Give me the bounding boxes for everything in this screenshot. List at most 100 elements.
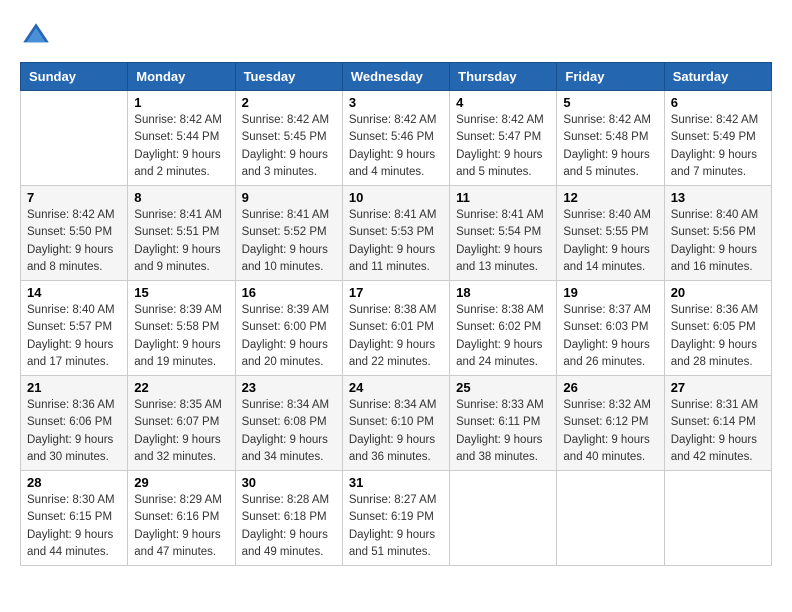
daylight-text: Daylight: 9 hours and 8 minutes. <box>27 244 113 273</box>
daylight-text: Daylight: 9 hours and 14 minutes. <box>563 244 649 273</box>
calendar-cell: 25 Sunrise: 8:33 AM Sunset: 6:11 PM Dayl… <box>450 376 557 471</box>
day-info: Sunrise: 8:32 AM Sunset: 6:12 PM Dayligh… <box>563 397 657 466</box>
day-info: Sunrise: 8:35 AM Sunset: 6:07 PM Dayligh… <box>134 397 228 466</box>
week-row-4: 21 Sunrise: 8:36 AM Sunset: 6:06 PM Dayl… <box>21 376 772 471</box>
day-info: Sunrise: 8:41 AM Sunset: 5:53 PM Dayligh… <box>349 207 443 276</box>
daylight-text: Daylight: 9 hours and 22 minutes. <box>349 339 435 368</box>
sunrise-text: Sunrise: 8:42 AM <box>27 209 115 221</box>
day-number: 9 <box>242 190 336 205</box>
day-number: 5 <box>563 95 657 110</box>
calendar-cell: 11 Sunrise: 8:41 AM Sunset: 5:54 PM Dayl… <box>450 186 557 281</box>
day-info: Sunrise: 8:41 AM Sunset: 5:54 PM Dayligh… <box>456 207 550 276</box>
sunset-text: Sunset: 5:58 PM <box>134 321 219 333</box>
sunrise-text: Sunrise: 8:42 AM <box>563 114 651 126</box>
sunrise-text: Sunrise: 8:27 AM <box>349 494 437 506</box>
day-number: 27 <box>671 380 765 395</box>
weekday-header-thursday: Thursday <box>450 63 557 91</box>
day-info: Sunrise: 8:36 AM Sunset: 6:06 PM Dayligh… <box>27 397 121 466</box>
daylight-text: Daylight: 9 hours and 51 minutes. <box>349 529 435 558</box>
week-row-2: 7 Sunrise: 8:42 AM Sunset: 5:50 PM Dayli… <box>21 186 772 281</box>
sunset-text: Sunset: 6:19 PM <box>349 511 434 523</box>
day-info: Sunrise: 8:34 AM Sunset: 6:10 PM Dayligh… <box>349 397 443 466</box>
day-number: 6 <box>671 95 765 110</box>
sunrise-text: Sunrise: 8:38 AM <box>456 304 544 316</box>
sunset-text: Sunset: 6:15 PM <box>27 511 112 523</box>
daylight-text: Daylight: 9 hours and 11 minutes. <box>349 244 435 273</box>
sunset-text: Sunset: 6:01 PM <box>349 321 434 333</box>
day-number: 12 <box>563 190 657 205</box>
day-number: 26 <box>563 380 657 395</box>
sunrise-text: Sunrise: 8:41 AM <box>242 209 330 221</box>
day-number: 21 <box>27 380 121 395</box>
day-info: Sunrise: 8:41 AM Sunset: 5:52 PM Dayligh… <box>242 207 336 276</box>
sunrise-text: Sunrise: 8:40 AM <box>27 304 115 316</box>
sunset-text: Sunset: 6:12 PM <box>563 416 648 428</box>
calendar-cell <box>21 91 128 186</box>
daylight-text: Daylight: 9 hours and 47 minutes. <box>134 529 220 558</box>
calendar-cell: 4 Sunrise: 8:42 AM Sunset: 5:47 PM Dayli… <box>450 91 557 186</box>
calendar-cell: 6 Sunrise: 8:42 AM Sunset: 5:49 PM Dayli… <box>664 91 771 186</box>
sunset-text: Sunset: 6:14 PM <box>671 416 756 428</box>
daylight-text: Daylight: 9 hours and 7 minutes. <box>671 149 757 178</box>
sunrise-text: Sunrise: 8:34 AM <box>349 399 437 411</box>
calendar-cell <box>664 471 771 566</box>
day-info: Sunrise: 8:42 AM Sunset: 5:45 PM Dayligh… <box>242 112 336 181</box>
daylight-text: Daylight: 9 hours and 28 minutes. <box>671 339 757 368</box>
daylight-text: Daylight: 9 hours and 20 minutes. <box>242 339 328 368</box>
day-number: 8 <box>134 190 228 205</box>
sunset-text: Sunset: 5:52 PM <box>242 226 327 238</box>
calendar-cell <box>557 471 664 566</box>
day-number: 15 <box>134 285 228 300</box>
day-number: 19 <box>563 285 657 300</box>
calendar-cell: 23 Sunrise: 8:34 AM Sunset: 6:08 PM Dayl… <box>235 376 342 471</box>
day-info: Sunrise: 8:31 AM Sunset: 6:14 PM Dayligh… <box>671 397 765 466</box>
daylight-text: Daylight: 9 hours and 40 minutes. <box>563 434 649 463</box>
calendar-table: SundayMondayTuesdayWednesdayThursdayFrid… <box>20 62 772 566</box>
sunset-text: Sunset: 5:54 PM <box>456 226 541 238</box>
sunrise-text: Sunrise: 8:40 AM <box>671 209 759 221</box>
day-info: Sunrise: 8:28 AM Sunset: 6:18 PM Dayligh… <box>242 492 336 561</box>
calendar-cell: 14 Sunrise: 8:40 AM Sunset: 5:57 PM Dayl… <box>21 281 128 376</box>
sunrise-text: Sunrise: 8:40 AM <box>563 209 651 221</box>
daylight-text: Daylight: 9 hours and 4 minutes. <box>349 149 435 178</box>
sunrise-text: Sunrise: 8:34 AM <box>242 399 330 411</box>
day-info: Sunrise: 8:33 AM Sunset: 6:11 PM Dayligh… <box>456 397 550 466</box>
day-info: Sunrise: 8:40 AM Sunset: 5:55 PM Dayligh… <box>563 207 657 276</box>
day-number: 10 <box>349 190 443 205</box>
week-row-3: 14 Sunrise: 8:40 AM Sunset: 5:57 PM Dayl… <box>21 281 772 376</box>
day-info: Sunrise: 8:39 AM Sunset: 6:00 PM Dayligh… <box>242 302 336 371</box>
day-info: Sunrise: 8:36 AM Sunset: 6:05 PM Dayligh… <box>671 302 765 371</box>
daylight-text: Daylight: 9 hours and 17 minutes. <box>27 339 113 368</box>
sunrise-text: Sunrise: 8:41 AM <box>456 209 544 221</box>
daylight-text: Daylight: 9 hours and 38 minutes. <box>456 434 542 463</box>
sunset-text: Sunset: 5:55 PM <box>563 226 648 238</box>
daylight-text: Daylight: 9 hours and 9 minutes. <box>134 244 220 273</box>
logo-icon <box>20 20 52 52</box>
day-number: 3 <box>349 95 443 110</box>
day-info: Sunrise: 8:39 AM Sunset: 5:58 PM Dayligh… <box>134 302 228 371</box>
sunrise-text: Sunrise: 8:35 AM <box>134 399 222 411</box>
calendar-cell: 18 Sunrise: 8:38 AM Sunset: 6:02 PM Dayl… <box>450 281 557 376</box>
calendar-cell: 15 Sunrise: 8:39 AM Sunset: 5:58 PM Dayl… <box>128 281 235 376</box>
sunset-text: Sunset: 6:05 PM <box>671 321 756 333</box>
calendar-cell: 10 Sunrise: 8:41 AM Sunset: 5:53 PM Dayl… <box>342 186 449 281</box>
calendar-cell: 3 Sunrise: 8:42 AM Sunset: 5:46 PM Dayli… <box>342 91 449 186</box>
sunrise-text: Sunrise: 8:33 AM <box>456 399 544 411</box>
day-number: 11 <box>456 190 550 205</box>
sunset-text: Sunset: 5:50 PM <box>27 226 112 238</box>
sunset-text: Sunset: 6:02 PM <box>456 321 541 333</box>
daylight-text: Daylight: 9 hours and 36 minutes. <box>349 434 435 463</box>
calendar-cell: 12 Sunrise: 8:40 AM Sunset: 5:55 PM Dayl… <box>557 186 664 281</box>
day-number: 22 <box>134 380 228 395</box>
day-number: 20 <box>671 285 765 300</box>
sunset-text: Sunset: 6:06 PM <box>27 416 112 428</box>
calendar-cell: 8 Sunrise: 8:41 AM Sunset: 5:51 PM Dayli… <box>128 186 235 281</box>
day-info: Sunrise: 8:27 AM Sunset: 6:19 PM Dayligh… <box>349 492 443 561</box>
week-row-5: 28 Sunrise: 8:30 AM Sunset: 6:15 PM Dayl… <box>21 471 772 566</box>
day-number: 28 <box>27 475 121 490</box>
calendar-cell: 1 Sunrise: 8:42 AM Sunset: 5:44 PM Dayli… <box>128 91 235 186</box>
sunset-text: Sunset: 6:08 PM <box>242 416 327 428</box>
weekday-header-wednesday: Wednesday <box>342 63 449 91</box>
sunrise-text: Sunrise: 8:37 AM <box>563 304 651 316</box>
day-info: Sunrise: 8:40 AM Sunset: 5:56 PM Dayligh… <box>671 207 765 276</box>
